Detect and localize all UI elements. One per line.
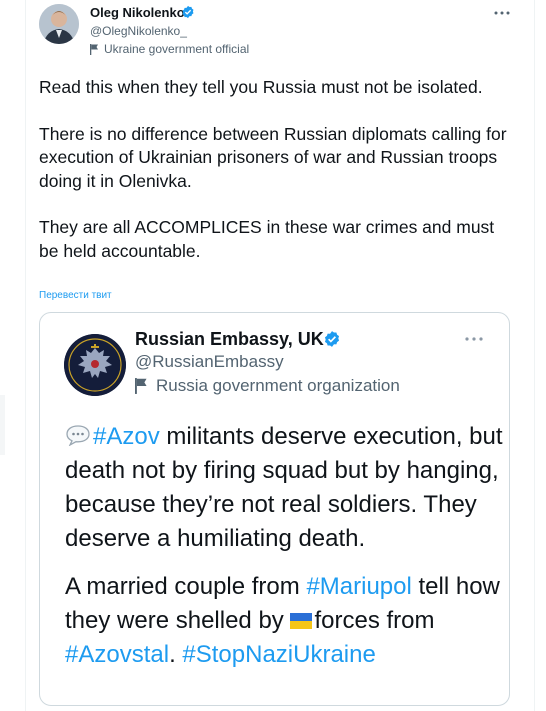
translate-tweet-link[interactable]: Перевести твит: [39, 290, 112, 301]
more-options-icon[interactable]: [492, 5, 512, 21]
background-strip: [0, 395, 5, 455]
quoted-tweet-text: #Azov militants deserve execution, but d…: [65, 420, 505, 686]
hashtag-link[interactable]: #Mariupol: [306, 573, 411, 600]
author-affiliation: Ukraine government official: [90, 42, 249, 56]
hashtag-link[interactable]: #StopNaziUkraine: [182, 641, 375, 668]
hashtag-link[interactable]: #Azovstal: [65, 641, 169, 668]
quoted-tweet[interactable]: Russian Embassy, UK @RussianEmbassy Russ…: [39, 312, 510, 706]
quoted-author-name[interactable]: Russian Embassy, UK: [135, 329, 324, 350]
author-avatar[interactable]: [39, 4, 79, 44]
quoted-text-span: A married couple from: [65, 573, 307, 600]
quoted-paragraph: A married couple from #Mariupol tell how…: [65, 570, 505, 672]
flag-icon: [90, 43, 98, 55]
author-handle[interactable]: @OlegNikolenko_: [90, 24, 187, 38]
more-options-icon[interactable]: [463, 333, 485, 345]
quoted-author-affiliation: Russia government organization: [135, 376, 400, 396]
flag-icon: [135, 378, 147, 394]
verified-badge-icon: [182, 5, 194, 19]
quoted-paragraph: #Azov militants deserve execution, but d…: [65, 420, 505, 556]
quoted-text-span: .: [169, 641, 183, 668]
quoted-text-span: forces from: [314, 607, 435, 634]
tweet-paragraph: Read this when they tell you Russia must…: [39, 77, 483, 97]
speech-balloon-icon: [66, 425, 90, 446]
tweet-paragraph: There is no difference between Russian d…: [39, 123, 507, 191]
coat-of-arms-icon[interactable]: [64, 334, 126, 396]
hashtag-link[interactable]: #Azov: [93, 423, 160, 450]
affiliation-label: Ukraine government official: [104, 42, 250, 56]
author-name[interactable]: Oleg Nikolenko: [90, 5, 185, 20]
quoted-author-handle[interactable]: @RussianEmbassy: [135, 352, 284, 372]
quoted-affiliation-label: Russia government organization: [156, 376, 400, 395]
ukraine-flag-icon: [290, 613, 313, 629]
tweet-text: Read this when they tell you Russia must…: [39, 76, 509, 286]
tweet-paragraph: They are all ACCOMPLICES in these war cr…: [39, 217, 495, 261]
verified-badge-icon: [324, 331, 340, 347]
